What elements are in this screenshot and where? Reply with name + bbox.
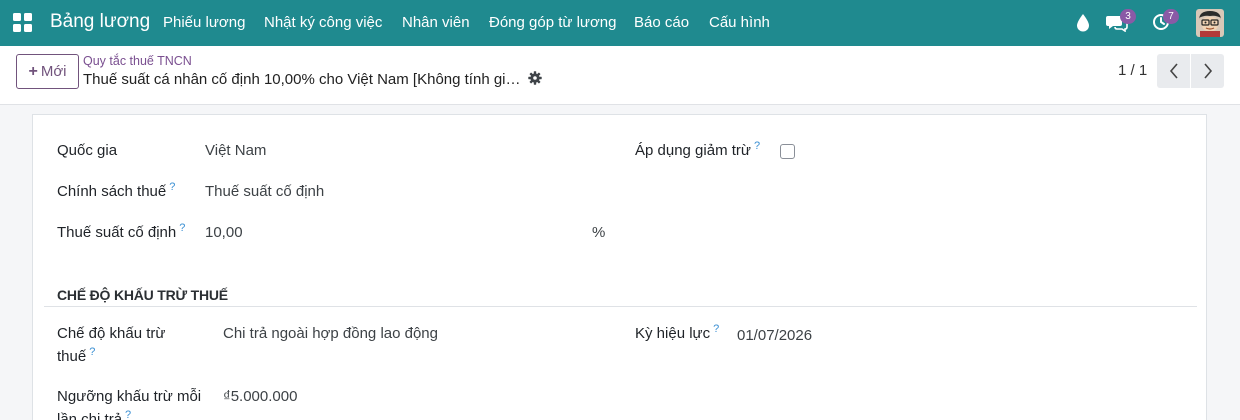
menu-employees[interactable]: Nhân viên (402, 14, 470, 31)
apply-deduction-checkbox[interactable] (780, 144, 795, 159)
droplet-icon[interactable] (1076, 13, 1090, 32)
threshold-label: Ngưỡng khấu trừ mỗi (57, 388, 202, 405)
fixed-rate-label: Thuế suất cố định? (57, 222, 186, 241)
effective-period-field[interactable]: 01/07/2026 (737, 327, 812, 344)
pager-value[interactable]: 1 / 1 (1118, 62, 1147, 79)
pager-previous-button[interactable] (1157, 54, 1190, 88)
threshold-field[interactable]: ₫5.000.000 (223, 388, 297, 405)
help-tooltip-icon[interactable]: ? (713, 323, 719, 335)
activities-badge: 7 (1163, 9, 1179, 24)
withholding-mode-field[interactable]: Chi trả ngoài hợp đồng lao động (223, 325, 438, 342)
pager-next-button[interactable] (1191, 54, 1224, 88)
chevron-right-icon (1203, 63, 1212, 79)
country-label: Quốc gia (57, 142, 118, 159)
withholding-mode-label-line2: thuế? (57, 346, 96, 365)
form-sheet (32, 114, 1207, 420)
fixed-rate-field[interactable]: 10,00 (205, 224, 243, 241)
menu-payslips[interactable]: Phiếu lương (163, 14, 245, 31)
help-tooltip-icon[interactable]: ? (754, 140, 760, 152)
menu-configuration[interactable]: Cấu hình (709, 14, 770, 31)
app-name[interactable]: Bảng lương (50, 11, 150, 33)
threshold-label-line2: lần chi trả? (57, 409, 132, 420)
section-title: CHẾ ĐỘ KHẤU TRỪ THUẾ (57, 287, 228, 303)
country-field[interactable]: Việt Nam (205, 142, 266, 159)
menu-reports[interactable]: Báo cáo (634, 14, 689, 31)
percent-unit: % (592, 224, 606, 241)
plus-icon: + (28, 62, 38, 80)
effective-period-label: Kỳ hiệu lực? (635, 323, 720, 342)
tax-policy-label: Chính sách thuế? (57, 181, 176, 200)
user-avatar[interactable] (1196, 9, 1224, 37)
chevron-left-icon (1169, 63, 1178, 79)
apply-deduction-label: Áp dụng giảm trừ? (635, 140, 761, 159)
messages-badge: 3 (1120, 9, 1136, 24)
new-button-label: Mới (40, 63, 67, 80)
withholding-mode-label: Chế độ khấu trừ (57, 325, 166, 342)
help-tooltip-icon[interactable]: ? (169, 181, 175, 193)
menu-contributions[interactable]: Đóng góp từ lương (489, 14, 617, 31)
tax-policy-field[interactable]: Thuế suất cố định (205, 183, 324, 200)
control-panel: + Mới Quy tắc thuế TNCN Thuế suất cá nhâ… (0, 46, 1240, 105)
breadcrumb-parent[interactable]: Quy tắc thuế TNCN (83, 54, 192, 68)
section-divider (44, 306, 1197, 307)
apps-grid-icon[interactable] (13, 13, 33, 33)
help-tooltip-icon[interactable]: ? (125, 409, 131, 420)
breadcrumb-current: Thuế suất cá nhân cố định 10,00% cho Việ… (83, 71, 521, 88)
gear-icon[interactable] (528, 71, 542, 85)
menu-work-entries[interactable]: Nhật ký công việc (264, 14, 382, 31)
new-button[interactable]: + Mới (16, 54, 79, 89)
help-tooltip-icon[interactable]: ? (89, 346, 95, 358)
top-navbar: Bảng lương Phiếu lương Nhật ký công việc… (0, 0, 1240, 46)
help-tooltip-icon[interactable]: ? (179, 222, 185, 234)
